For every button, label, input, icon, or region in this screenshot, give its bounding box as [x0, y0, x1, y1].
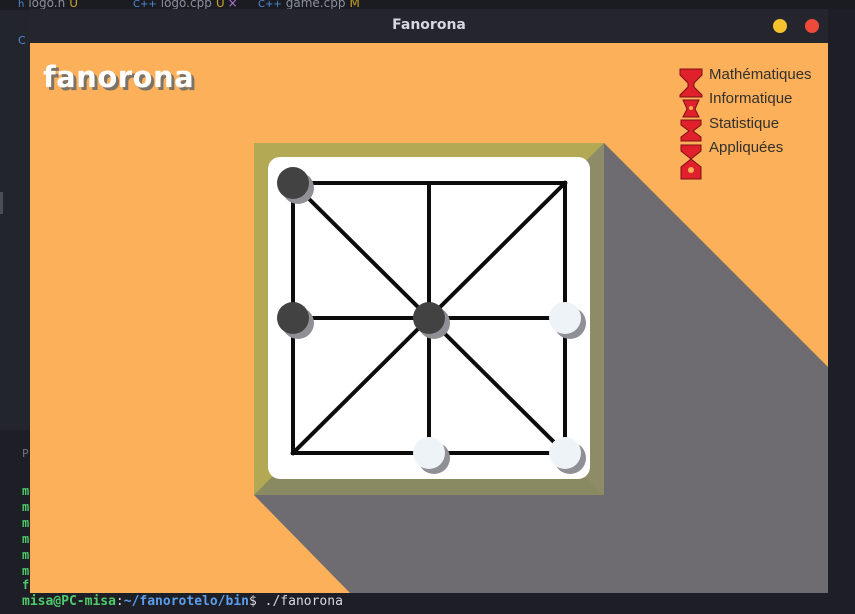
terminal-line-fragment: m [22, 516, 30, 530]
close-button[interactable] [805, 19, 819, 33]
board-frame-bevel [254, 477, 604, 495]
sponsor-line-mathematiques: Mathématiques [709, 66, 812, 83]
minimize-button[interactable] [773, 19, 787, 33]
gutter-marker [0, 192, 3, 214]
terminal-line-fragment: f [22, 578, 30, 592]
terminal-line-fragment: m [22, 532, 30, 546]
prompt-command: ./fanorona [256, 594, 343, 609]
terminal-prompt[interactable]: misa@PC-misa:~/fanorotelo/bin$ ./fanoron… [22, 594, 343, 609]
terminal-line-fragment: m [22, 548, 30, 562]
sponsor-line-informatique: Informatique [709, 90, 793, 108]
editor-gutter: C [0, 10, 30, 430]
terminal-line-fragment: m [22, 484, 30, 498]
prompt-separator: : [115, 594, 124, 609]
terminal-line-fragment: m [22, 564, 30, 578]
misa-logo-icon [679, 68, 703, 180]
sponsor-text: Mathématiques Informatique Statistique A… [709, 66, 812, 163]
prompt-user-host: misa@PC-misa [22, 594, 116, 609]
header-file-icon: h [18, 0, 25, 10]
prompt-dollar: $ [248, 594, 257, 609]
terminal-line-fragment: m [22, 500, 30, 514]
gutter-label: C [18, 34, 26, 47]
game-canvas[interactable]: fanorona Mathématiques Informatique Stat… [30, 43, 828, 593]
sponsor-line-statistique: Statistique [709, 114, 780, 132]
sponsor-line-appliquees: Appliquées [709, 138, 784, 156]
panel-tab[interactable]: P [22, 447, 29, 460]
window-title: Fanorona [392, 17, 466, 33]
game-window: Fanorona fanorona Mathématiques Informat… [30, 9, 828, 593]
fanorona-logo: fanorona [43, 60, 195, 94]
prompt-path: ~/fanorotelo/bin [123, 594, 249, 609]
window-titlebar[interactable]: Fanorona [30, 9, 828, 43]
